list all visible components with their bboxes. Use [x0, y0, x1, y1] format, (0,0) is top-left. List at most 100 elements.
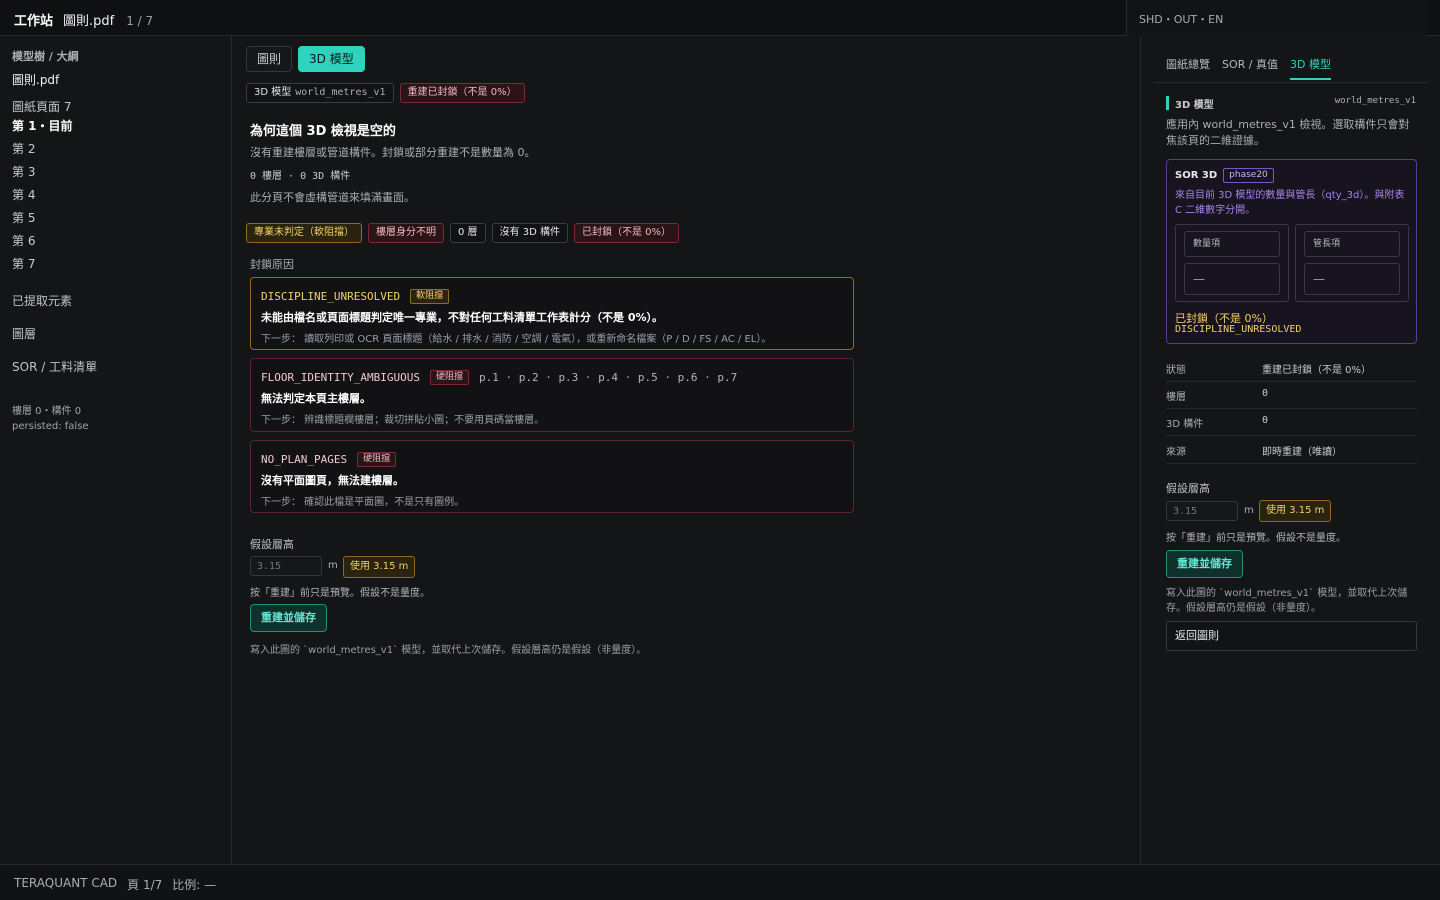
- write-note: 寫入此圖的 `world_metres_v1` 模型，並取代上次儲存。假設層高仍…: [250, 645, 647, 656]
- sidebar-layers[interactable]: 圖層: [12, 325, 36, 342]
- reason-next-step: 下一步： 確認此檔是平面圖，不是只有圖例。: [261, 497, 465, 508]
- sor-3d-card: SOR 3D phase20 來自目前 3D 模型的數量與管長（qty_3d）。…: [1166, 159, 1417, 344]
- qty-column: 數量項 —: [1175, 224, 1289, 302]
- right-use-height-button[interactable]: 使用 3.15 m: [1259, 500, 1332, 522]
- right-write-note: 寫入此圖的 `world_metres_v1` 模型，並取代上次儲存。假設層高仍…: [1166, 588, 1408, 614]
- right-panel: 圖紙總覽 SOR / 真值 3D 模型 3D 模型 world_metres_v…: [1140, 36, 1440, 864]
- reason-head: DISCIPLINE_UNRESOLVED 軟阻擋: [261, 288, 843, 304]
- hard-block-tag: 硬阻擋: [429, 369, 469, 385]
- sor-title: SOR 3D: [1175, 170, 1218, 181]
- reason-head: FLOOR_IDENTITY_AMBIGUOUS 硬阻擋 p.1 · p.2 ·…: [261, 369, 843, 385]
- meta-counts: 樓層 0・構件 0: [12, 406, 82, 417]
- reason-code: FLOOR_IDENTITY_AMBIGUOUS: [261, 370, 420, 384]
- status-badge-no-3d: 沒有 3D 構件: [491, 223, 568, 243]
- assumed-height-label: 假設層高: [250, 538, 294, 551]
- reason-message: 沒有平面圖頁，無法建樓層。: [261, 474, 404, 487]
- model-badges: 3D 模型 world_metres_v1 重建已封鎖（不是 0%）: [246, 83, 525, 103]
- section-model-id: world_metres_v1: [1334, 96, 1416, 106]
- main-panel: 圖則 3D 模型 3D 模型 world_metres_v1 重建已封鎖（不是 0…: [232, 36, 1140, 864]
- kv-source: 來源 即時重建（唯讀）: [1166, 437, 1417, 464]
- sor-block-code: DISCIPLINE_UNRESOLVED: [1175, 324, 1302, 335]
- sor-desc: 來自目前 3D 模型的數量與管長（qty_3d）。與附表 C 二維數字分開。: [1175, 190, 1405, 216]
- kv-key: 樓層: [1166, 392, 1186, 403]
- tab-sor-truth[interactable]: SOR / 真值: [1222, 56, 1278, 80]
- floor-height-input[interactable]: [250, 556, 322, 576]
- status-badges: 專業未判定（軟阻擋） 樓層身分不明 0 層 沒有 3D 構件 已封鎖（不是 0%…: [246, 223, 680, 243]
- status-badge-locked: 已封鎖（不是 0%）: [573, 223, 680, 243]
- status-badge-discipline: 專業未判定（軟阻擋）: [246, 223, 362, 243]
- reason-card: DISCIPLINE_UNRESOLVED 軟阻擋 未能由檔名或頁面標題判定唯一…: [250, 277, 854, 350]
- kv-value: 重建已封鎖（不是 0%）: [1262, 365, 1372, 376]
- empty-view-title: 為何這個 3D 檢視是空的: [250, 124, 396, 139]
- reason-card: NO_PLAN_PAGES 硬阻擋 沒有平面圖頁，無法建樓層。 下一步： 確認此…: [250, 440, 854, 513]
- right-tabs: 圖紙總覽 SOR / 真值 3D 模型: [1166, 56, 1331, 80]
- reason-message: 未能由檔名或頁面標題判定唯一專業，不對任何工料清單工作表計分（不是 0%）。: [261, 311, 664, 324]
- kv-key: 狀態: [1166, 365, 1186, 376]
- sidebar-page-1[interactable]: 第 1・目前: [12, 118, 222, 141]
- status-badge-floors-count: 0 層: [450, 223, 486, 243]
- sidebar-page-4[interactable]: 第 4: [12, 187, 222, 210]
- section-desc: 應用內 world_metres_v1 檢視。選取構件只會對焦該頁的二維證據。: [1166, 118, 1410, 147]
- top-bar: 工作站 圖則.pdf 1 / 7 SHD・OUT・EN: [0, 0, 1440, 36]
- lock-reasons-label: 封鎖原因: [250, 258, 294, 271]
- tab-drawing[interactable]: 圖則: [246, 46, 293, 72]
- sidebar-page-5[interactable]: 第 5: [12, 210, 222, 233]
- kv-value: 0: [1262, 388, 1269, 399]
- title-group: 工作站 圖則.pdf 1 / 7: [14, 10, 153, 29]
- tab-sheet-overview[interactable]: 圖紙總覽: [1166, 56, 1210, 80]
- reason-code: NO_PLAN_PAGES: [261, 452, 348, 466]
- page-list: 第 1・目前 第 2 第 3 第 4 第 5 第 6 第 7: [12, 118, 222, 279]
- reason-message: 無法判定本頁主樓層。: [261, 392, 371, 405]
- model-badge-value: world_metres_v1: [295, 87, 386, 98]
- qty-label: 數量項: [1184, 231, 1280, 257]
- sidebar-meta: 樓層 0・構件 0 persisted: false: [12, 404, 89, 434]
- sidebar-sor[interactable]: SOR / 工料清單: [12, 358, 97, 375]
- empty-view-desc: 沒有重建樓層或管道構件。封鎖或部分重建不是數量為 0。: [250, 146, 536, 159]
- mode-switcher[interactable]: SHD・OUT・EN: [1139, 11, 1223, 27]
- right-height-unit: m: [1244, 505, 1254, 516]
- sidebar-extracted[interactable]: 已提取元素: [12, 292, 72, 309]
- use-height-button[interactable]: 使用 3.15 m: [343, 556, 416, 578]
- sidebar-page-2[interactable]: 第 2: [12, 141, 222, 164]
- kv-key: 3D 構件: [1166, 419, 1204, 430]
- view-tabs: 圖則 3D 模型: [246, 46, 365, 72]
- tab-3d-model[interactable]: 3D 模型: [298, 46, 365, 72]
- file-name: 圖則.pdf: [63, 14, 115, 29]
- sidebar-page-6[interactable]: 第 6: [12, 233, 222, 256]
- kv-value: 0: [1262, 415, 1269, 426]
- phase-badge: phase20: [1223, 168, 1274, 183]
- length-column: 管長項 —: [1295, 224, 1409, 302]
- sor-head: SOR 3D phase20: [1175, 168, 1274, 183]
- qty-value: —: [1184, 263, 1280, 295]
- sidebar-header: 模型樹 / 大綱: [12, 50, 79, 63]
- tab-right-3d-model[interactable]: 3D 模型: [1289, 56, 1331, 80]
- soft-block-tag: 軟阻擋: [410, 288, 450, 304]
- kv-status: 狀態 重建已封鎖（不是 0%）: [1166, 355, 1417, 382]
- status-group: TERAQUANT CAD 頁 1/7 比例: —: [14, 876, 216, 893]
- reason-card: FLOOR_IDENTITY_AMBIGUOUS 硬阻擋 p.1 · p.2 ·…: [250, 358, 854, 432]
- kv-floors: 樓層 0: [1166, 382, 1417, 409]
- length-label: 管長項: [1304, 231, 1400, 257]
- sidebar-file[interactable]: 圖則.pdf: [12, 71, 59, 88]
- status-badge-floor: 樓層身分不明: [368, 223, 444, 243]
- reason-head: NO_PLAN_PAGES 硬阻擋: [261, 451, 843, 467]
- tabs-divider: [1153, 82, 1429, 83]
- counts-line: 0 樓層 · 0 3D 構件: [250, 171, 351, 182]
- model-badge-label: 3D 模型: [254, 87, 292, 98]
- back-to-drawing-button[interactable]: 返回圖則: [1166, 621, 1417, 651]
- page-indicator: 1 / 7: [126, 14, 154, 28]
- rebuild-save-button[interactable]: 重建並儲存: [250, 604, 327, 632]
- status-bar: TERAQUANT CAD 頁 1/7 比例: —: [0, 864, 1440, 900]
- left-sidebar: 模型樹 / 大綱 圖則.pdf 圖紙頁面 7 第 1・目前 第 2 第 3 第 …: [0, 36, 232, 864]
- no-fake-note: 此分頁不會虛構管道來填滿畫面。: [250, 191, 415, 204]
- right-preview-note: 按「重建」前只是預覽。假設不是量度。: [1166, 533, 1346, 544]
- sidebar-page-3[interactable]: 第 3: [12, 164, 222, 187]
- height-unit: m: [328, 560, 338, 571]
- right-assumed-height-label: 假設層高: [1166, 482, 1210, 495]
- right-rebuild-save-button[interactable]: 重建並儲存: [1166, 550, 1243, 578]
- footer-page: 頁 1/7: [127, 878, 163, 892]
- sidebar-page-7[interactable]: 第 7: [12, 256, 222, 279]
- right-floor-height-input[interactable]: [1166, 501, 1238, 521]
- reason-next-step: 下一步： 讀取列印或 OCR 頁面標題（給水 / 排水 / 消防 / 空調 / …: [261, 334, 772, 345]
- reason-next-step: 下一步： 辨識標題欄樓層；裁切拼貼小圖；不要用頁碼當樓層。: [261, 415, 545, 426]
